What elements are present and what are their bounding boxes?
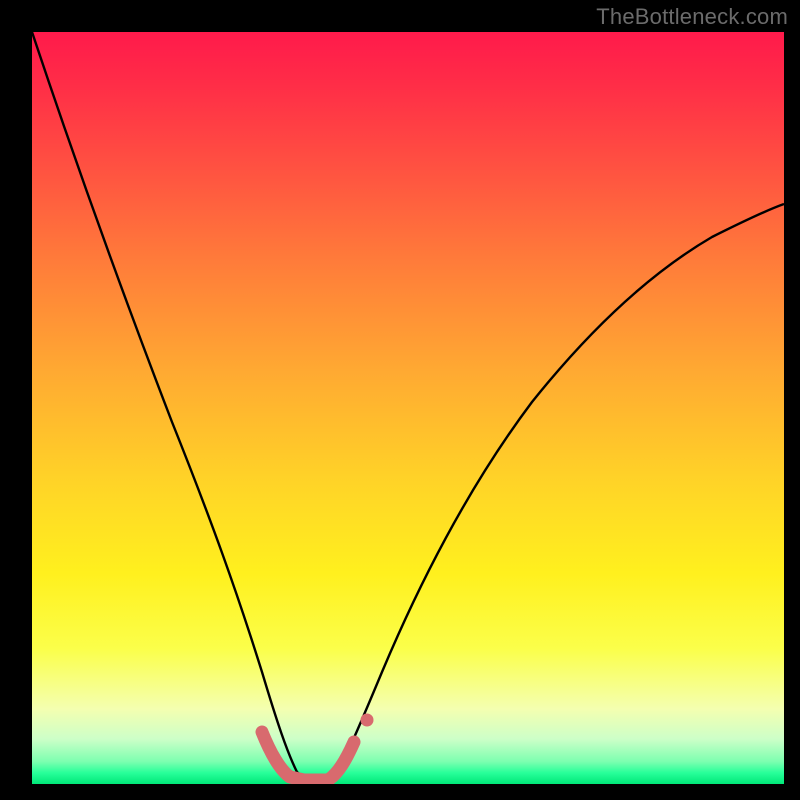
highlight-band — [262, 732, 354, 780]
plot-area — [32, 32, 784, 784]
highlight-dot — [361, 714, 374, 727]
curve-layer — [32, 32, 784, 784]
bottleneck-curve — [32, 32, 784, 780]
chart-frame: TheBottleneck.com — [0, 0, 800, 800]
watermark-text: TheBottleneck.com — [596, 4, 788, 30]
